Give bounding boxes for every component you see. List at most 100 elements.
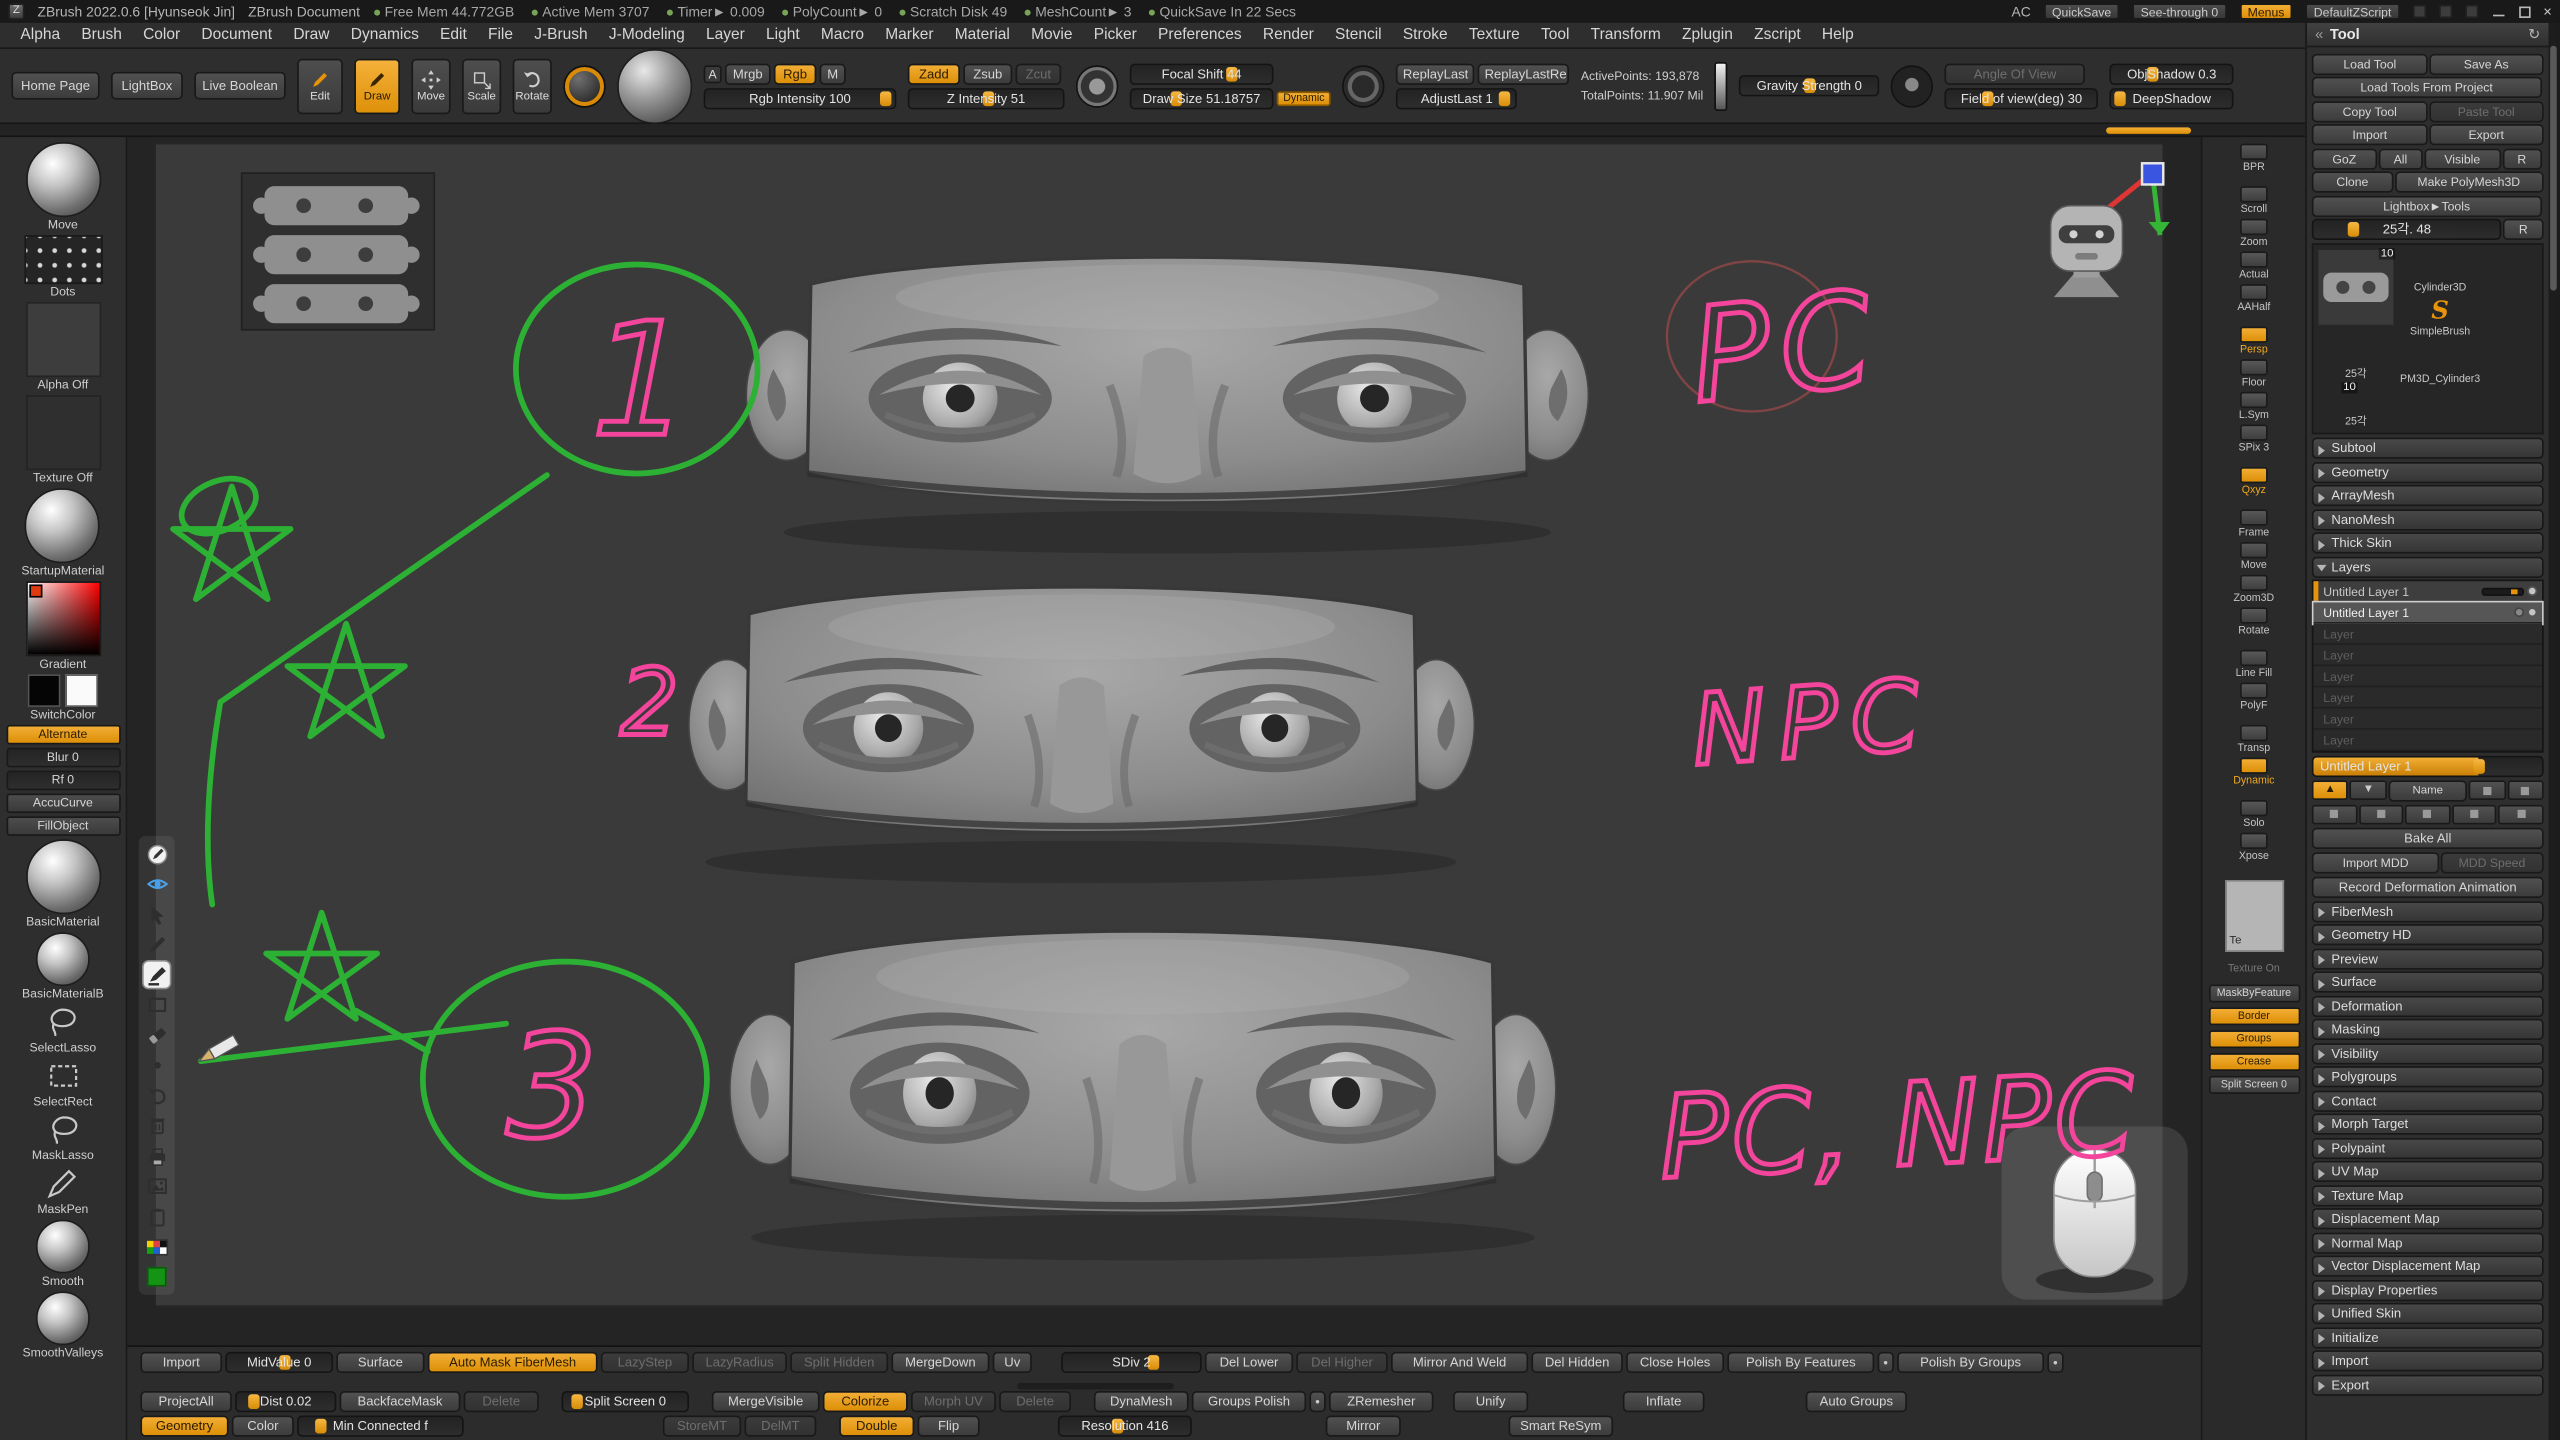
layer-row-empty[interactable]: Layer: [2313, 687, 2542, 708]
rightshelf-qxyz[interactable]: Qxyz: [2240, 467, 2268, 496]
layer-row-empty[interactable]: Layer: [2313, 645, 2542, 666]
menu-zplugin[interactable]: Zplugin: [1671, 26, 1743, 44]
dynamic-toggle[interactable]: Dynamic: [1277, 91, 1331, 106]
menu-tool[interactable]: Tool: [1530, 26, 1580, 44]
menu-picker[interactable]: Picker: [1083, 26, 1147, 44]
default-zscript-button[interactable]: DefaultZScript: [2306, 3, 2400, 19]
section-display-properties[interactable]: Display Properties: [2312, 1279, 2544, 1300]
section-uv-map[interactable]: UV Map: [2312, 1161, 2544, 1182]
tray1-lazyradius-button[interactable]: LazyRadius: [692, 1352, 787, 1373]
menu-brush[interactable]: Brush: [71, 26, 133, 44]
tray1-close-holes-button[interactable]: Close Holes: [1626, 1352, 1724, 1373]
gravity-strength-slider[interactable]: Gravity Strength 0: [1739, 75, 1879, 96]
tray-item-alternate[interactable]: Alternate: [6, 725, 120, 745]
rightshelf-line-fill[interactable]: Line Fill: [2236, 650, 2273, 679]
tray-slider-blur-0[interactable]: Blur 0: [6, 748, 120, 768]
tray-button-alternate[interactable]: Alternate: [6, 725, 120, 745]
menu-file[interactable]: File: [477, 26, 523, 44]
color-swatch-icon[interactable]: [144, 1264, 170, 1290]
tray3-geometry-button[interactable]: Geometry: [140, 1416, 228, 1437]
layer-row-selected[interactable]: Untitled Layer 1: [2313, 602, 2542, 623]
tray2-backfacemask-button[interactable]: BackfaceMask: [340, 1391, 461, 1412]
angle-of-view-button[interactable]: Angle Of View: [1945, 63, 2085, 84]
tray3-mirror-button[interactable]: Mirror: [1326, 1416, 1401, 1437]
tray2-zremesher-button[interactable]: ZRemesher: [1329, 1391, 1433, 1412]
rightshelf-split-screen-0[interactable]: Split Screen 0: [2208, 1075, 2299, 1093]
tool-lightbox-tools-button[interactable]: Lightbox►Tools: [2312, 195, 2542, 216]
menu-help[interactable]: Help: [1811, 26, 1864, 44]
scale-mode-button[interactable]: Scale: [462, 58, 501, 114]
section-masking[interactable]: Masking: [2312, 1019, 2544, 1040]
tray-item-switchcolor[interactable]: SwitchColor: [28, 674, 98, 721]
tray2-auto-groups-button[interactable]: Auto Groups: [1806, 1391, 1907, 1412]
tray2-delete-button[interactable]: Delete: [464, 1391, 539, 1412]
tray1-modifier-toggle[interactable]: ●: [2047, 1352, 2063, 1373]
tool-thumb-simplebrush[interactable]: SSimpleBrush: [2410, 297, 2470, 338]
draw-mode-button[interactable]: Draw: [354, 58, 400, 114]
layer-merge-button[interactable]: [2359, 804, 2404, 824]
tool-clone-button[interactable]: Clone: [2312, 171, 2393, 192]
menu-dynamics[interactable]: Dynamics: [340, 26, 429, 44]
tray2-groups-polish-button[interactable]: Groups Polish: [1192, 1391, 1306, 1412]
palette-color[interactable]: [160, 1247, 167, 1254]
tool-r-button[interactable]: R: [2504, 219, 2543, 240]
layer-row-active[interactable]: Untitled Layer 1: [2313, 581, 2542, 602]
pen-pointer-icon[interactable]: [144, 841, 170, 867]
replay-icon[interactable]: [1343, 64, 1385, 106]
menu-draw[interactable]: Draw: [283, 26, 340, 44]
tray-item-basicmaterial[interactable]: BasicMaterial: [25, 839, 100, 929]
rightshelf-persp[interactable]: Persp: [2240, 327, 2268, 356]
section-import[interactable]: Import: [2312, 1350, 2544, 1371]
tray-button-fillobject[interactable]: FillObject: [6, 816, 120, 836]
tray-item-gradient[interactable]: Gradient: [25, 581, 100, 671]
tray-item-fillobject[interactable]: FillObject: [6, 816, 120, 836]
section-layers[interactable]: Layers: [2312, 556, 2544, 577]
menu-transform[interactable]: Transform: [1580, 26, 1671, 44]
rightshelf-polyf[interactable]: PolyF: [2240, 682, 2268, 711]
rotate-mode-button[interactable]: Rotate: [513, 58, 552, 114]
rightshelf-aahalf[interactable]: AAHalf: [2237, 284, 2270, 313]
sculpt-strip-2[interactable]: [689, 587, 1475, 833]
tray3-flip-button[interactable]: Flip: [918, 1416, 980, 1437]
rightshelf-move[interactable]: Move: [2240, 542, 2268, 571]
live-boolean-button[interactable]: Live Boolean: [194, 72, 285, 100]
tray2-inflate-button[interactable]: Inflate: [1623, 1391, 1705, 1412]
tool-name-slider[interactable]: 25각. 48: [2312, 219, 2502, 240]
interface-icon-1[interactable]: [2413, 5, 2426, 18]
rightshelf-actual[interactable]: Actual: [2239, 251, 2269, 280]
menu-edit[interactable]: Edit: [429, 26, 477, 44]
zbrush-document[interactable]: 1 2 3 PC NPC PC, NPC: [127, 137, 2200, 1345]
interface-icon-3[interactable]: [2465, 5, 2478, 18]
section-preview[interactable]: Preview: [2312, 948, 2544, 969]
eraser-icon[interactable]: [144, 1022, 170, 1048]
sculpt-strip-3[interactable]: [730, 931, 1556, 1214]
section-nanomesh[interactable]: NanoMesh: [2312, 509, 2544, 530]
tray3-smart-resym-button[interactable]: Smart ReSym: [1509, 1416, 1613, 1437]
replay-last-button[interactable]: ReplayLast: [1396, 63, 1474, 84]
layer-split-button[interactable]: [2405, 804, 2450, 824]
restore-configuration-icon[interactable]: ↻: [2528, 25, 2540, 43]
menu-zscript[interactable]: Zscript: [1744, 26, 1812, 44]
rectangle-icon[interactable]: [144, 992, 170, 1018]
tool-r-button[interactable]: R: [2502, 148, 2541, 169]
section-contact[interactable]: Contact: [2312, 1090, 2544, 1111]
undo-icon[interactable]: [144, 1082, 170, 1108]
clear-icon[interactable]: [144, 1113, 170, 1139]
section-unified-skin[interactable]: Unified Skin: [2312, 1303, 2544, 1324]
tray1-split-hidden-button[interactable]: Split Hidden: [790, 1352, 888, 1373]
rightshelf-l-sym[interactable]: L.Sym: [2239, 392, 2269, 421]
layer-move-up-button[interactable]: ▲: [2312, 780, 2349, 800]
tray1-lazystep-button[interactable]: LazyStep: [601, 1352, 689, 1373]
palette-icon[interactable]: [144, 1233, 170, 1259]
eye-icon[interactable]: [2527, 607, 2537, 617]
record-icon[interactable]: [2514, 607, 2524, 617]
tray-item-smoothvalleys[interactable]: SmoothValleys: [22, 1291, 103, 1360]
tray-button-accucurve[interactable]: AccuCurve: [6, 793, 120, 813]
adjust-last-slider[interactable]: AdjustLast 1: [1396, 87, 1517, 108]
tray-item-dots[interactable]: Dots: [24, 235, 102, 299]
menu-stencil[interactable]: Stencil: [1324, 26, 1392, 44]
layer-invert-button[interactable]: [2452, 804, 2497, 824]
layer-delete-button[interactable]: [2507, 780, 2544, 800]
tray2-projectall-button[interactable]: ProjectAll: [140, 1391, 231, 1412]
main-color-swatch[interactable]: [28, 674, 61, 707]
